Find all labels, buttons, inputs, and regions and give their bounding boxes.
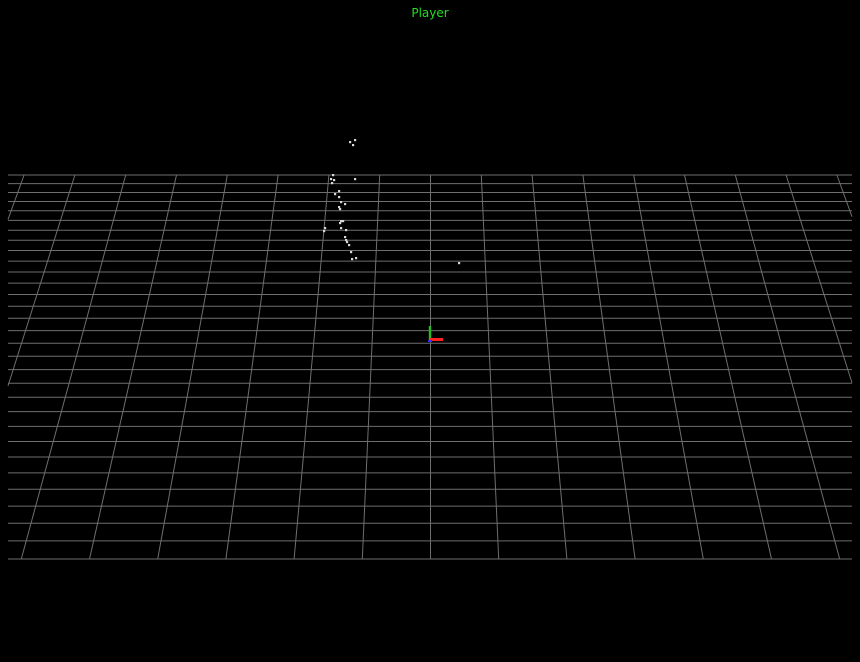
cloud-point — [334, 193, 337, 196]
cloud-point — [323, 230, 326, 233]
cloud-point — [332, 174, 335, 177]
grid-column-line — [7, 174, 76, 387]
cloud-point — [351, 258, 354, 261]
cloud-point — [331, 182, 334, 185]
3d-viewport[interactable]: Player — [0, 0, 860, 662]
cloud-point — [339, 208, 342, 211]
cloud-point — [324, 227, 327, 230]
cloud-point — [352, 144, 355, 147]
cloud-point — [342, 220, 345, 223]
cloud-point — [350, 251, 353, 254]
cloud-point — [345, 229, 348, 232]
grid-column-line — [582, 174, 636, 560]
cloud-point — [345, 239, 348, 242]
grid-column-line — [785, 174, 853, 383]
cloud-point — [338, 206, 341, 209]
grid-column-line — [20, 174, 127, 560]
grid-column-line — [531, 174, 568, 560]
cloud-point — [458, 262, 461, 265]
ground-grid — [7, 174, 853, 560]
cloud-point — [348, 244, 351, 247]
grid-column-line — [633, 174, 704, 560]
grid-column-line — [480, 174, 500, 560]
cloud-point — [354, 178, 357, 181]
grid-column-line — [684, 174, 772, 560]
cloud-point — [344, 203, 347, 206]
grid-column-line — [293, 174, 330, 560]
cloud-point — [330, 178, 333, 181]
cloud-point — [355, 257, 358, 260]
grid-column-line — [225, 174, 279, 560]
cloud-point — [340, 201, 343, 204]
grid-column-line — [361, 174, 381, 560]
cloud-point — [333, 179, 336, 182]
cloud-point — [338, 190, 341, 193]
cloud-point — [340, 220, 343, 223]
cloud-point — [354, 139, 357, 142]
cloud-point — [340, 227, 343, 230]
grid-column-line — [734, 174, 841, 560]
cloud-point — [346, 241, 349, 244]
cloud-point — [339, 222, 342, 225]
cloud-point — [344, 236, 347, 239]
grid-column-line — [89, 174, 177, 560]
cloud-point — [338, 196, 341, 199]
grid-column-line — [7, 174, 25, 220]
axes-gizmo — [428, 326, 443, 342]
scene-canvas[interactable] — [0, 0, 860, 662]
grid-column-line — [157, 174, 228, 560]
cloud-point — [349, 141, 352, 144]
